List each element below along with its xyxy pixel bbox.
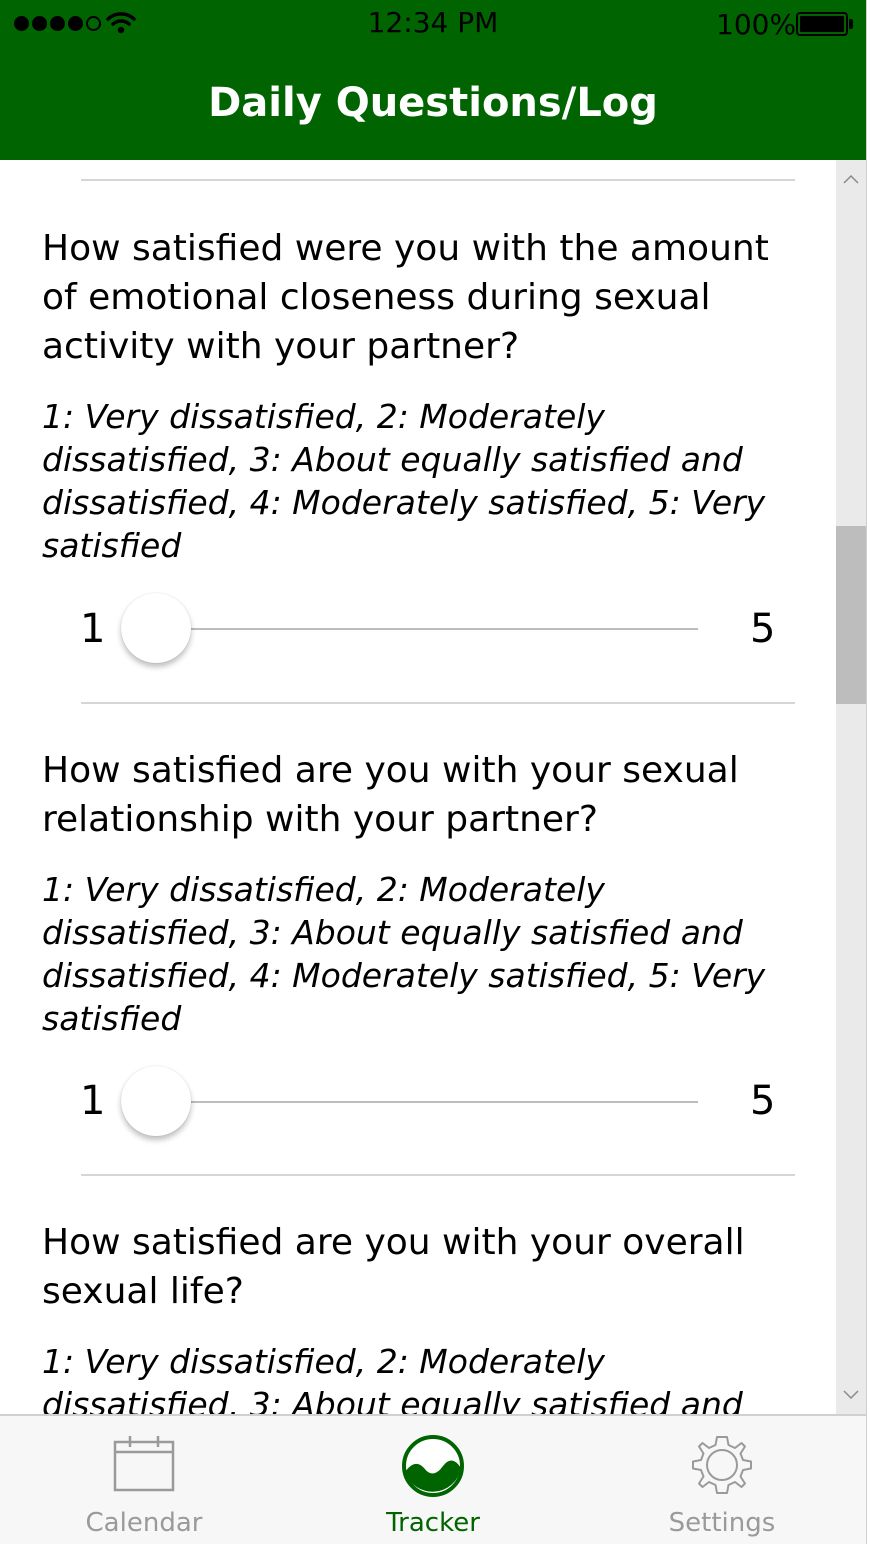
question-2-slider-track[interactable]	[160, 1101, 698, 1103]
tab-settings[interactable]: Settings	[578, 1416, 866, 1544]
question-2-min-label: 1	[80, 1078, 106, 1124]
question-3-scale: 1: Very dissatisfied, 2: Moderately diss…	[42, 1342, 743, 1414]
question-2-scale: 1: Very dissatisfied, 2: Moderately diss…	[42, 870, 766, 1038]
tab-calendar-label: Calendar	[85, 1508, 203, 1538]
question-3-text: How satisfied are you with your overall …	[42, 1222, 745, 1312]
question-2-text: How satisfied are you with your sexual r…	[42, 750, 739, 840]
tracker-icon	[402, 1435, 464, 1497]
battery-percent: 100%	[716, 8, 797, 41]
tab-tracker-label: Tracker	[386, 1508, 480, 1538]
scrollbar-thumb[interactable]	[836, 526, 866, 704]
question-1-slider-thumb[interactable]	[121, 593, 191, 663]
question-list[interactable]: How satisfied were you with the amount o…	[0, 160, 836, 1414]
question-1-text: How satisfied were you with the amount o…	[42, 228, 769, 367]
tab-tracker[interactable]: Tracker	[289, 1416, 577, 1544]
tab-settings-label: Settings	[668, 1508, 776, 1538]
scroll-up-chevron-icon[interactable]	[836, 164, 866, 194]
tab-bar: Calendar Tracker Settings	[0, 1414, 866, 1544]
tab-calendar[interactable]: Calendar	[0, 1416, 288, 1544]
battery-tip	[849, 19, 853, 29]
calendar-icon	[113, 1436, 175, 1492]
status-bar: 12:34 PM 100%	[0, 0, 866, 50]
divider	[81, 1174, 795, 1176]
scrollbar[interactable]	[836, 160, 866, 1414]
question-1-max-label: 5	[750, 606, 776, 652]
question-2-slider-thumb[interactable]	[121, 1066, 191, 1136]
battery-icon	[796, 12, 848, 36]
page-title: Daily Questions/Log	[208, 80, 658, 126]
divider	[81, 702, 795, 704]
question-1-slider-track[interactable]	[160, 628, 698, 630]
gear-icon	[692, 1436, 752, 1494]
window-edge	[866, 0, 870, 1544]
question-1-scale: 1: Very dissatisfied, 2: Moderately diss…	[42, 397, 766, 565]
scroll-down-chevron-icon[interactable]	[836, 1380, 866, 1410]
question-1-min-label: 1	[80, 606, 106, 652]
divider	[81, 179, 795, 181]
question-2-max-label: 5	[750, 1078, 776, 1124]
